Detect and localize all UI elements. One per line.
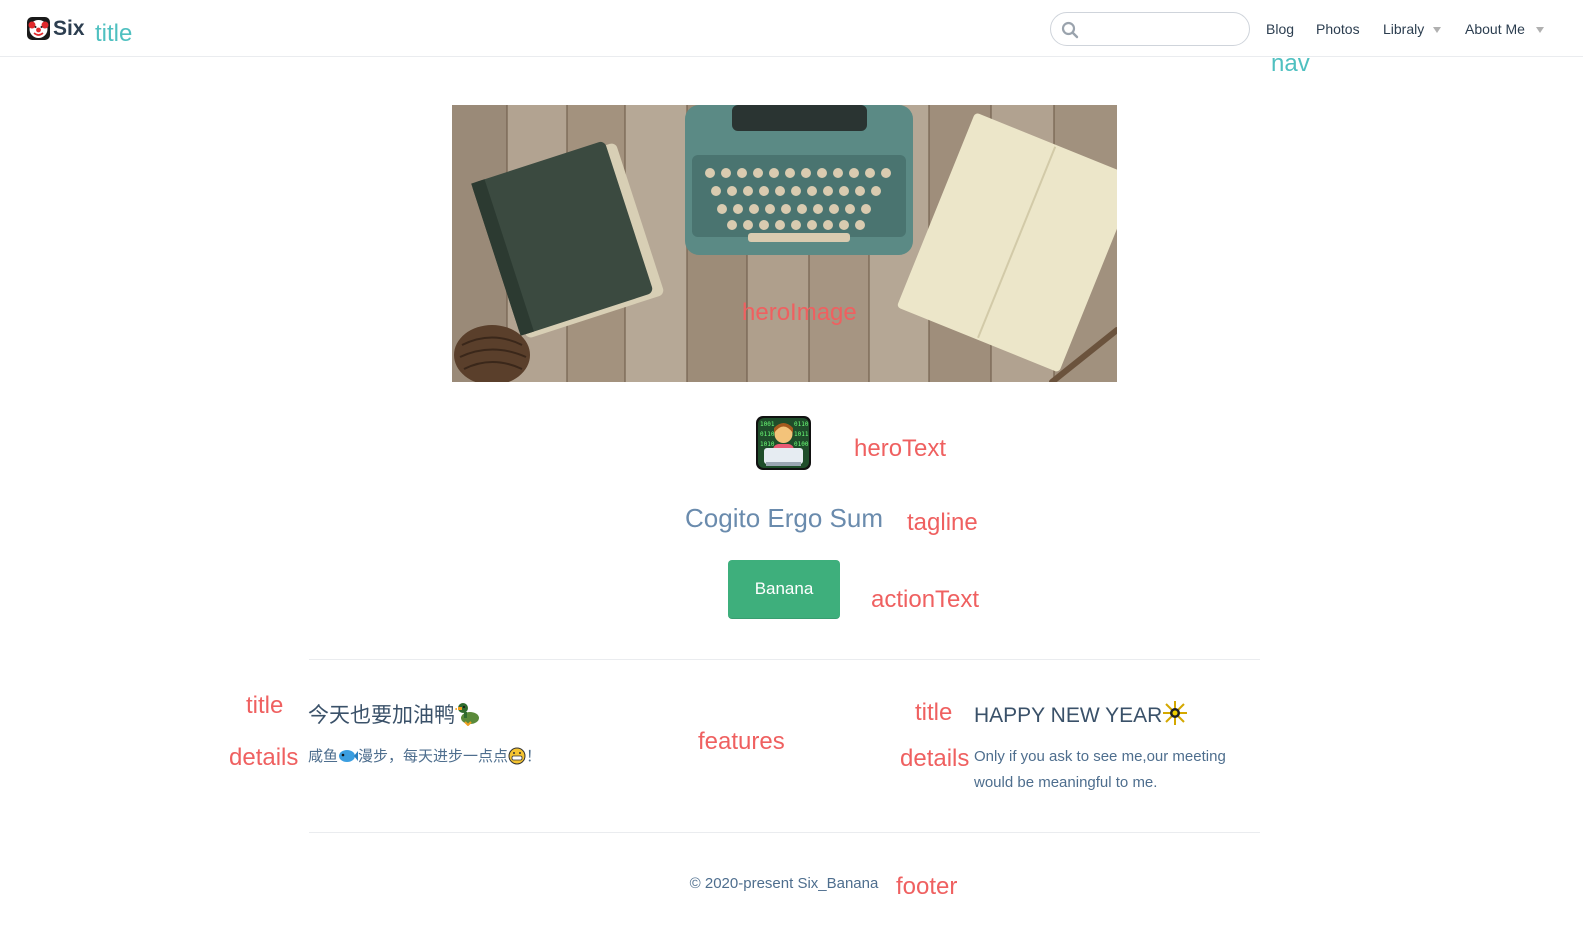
desk-typewriter-illustration	[452, 105, 1117, 382]
annotation-feature-details: details	[900, 745, 970, 772]
nav-dropdown-about-me[interactable]: About Me	[1465, 22, 1525, 36]
svg-text:1011: 1011	[794, 431, 809, 438]
annotation-feature-title: title	[246, 692, 284, 719]
chevron-down-icon[interactable]	[1433, 27, 1441, 33]
feature-details-text-post: ！	[526, 748, 542, 765]
annotation-nav: nav	[1271, 50, 1310, 77]
search-input[interactable]	[1085, 17, 1235, 41]
annotation-features: features	[698, 728, 785, 755]
svg-text:1001: 1001	[760, 421, 775, 428]
feature-title: HAPPY NEW YEAR	[974, 700, 1188, 726]
nav-dropdown-libraly[interactable]: Libraly	[1383, 22, 1424, 36]
fish-icon	[339, 750, 359, 762]
divider	[309, 832, 1260, 833]
feature-details: 咸鱼 漫步，每天进步一点点 ！	[308, 744, 608, 770]
feature-title-text: 今天也要加油鸭	[308, 704, 455, 727]
annotation-hero-image: heroImage	[742, 299, 857, 326]
feature-details-text-pre: 咸鱼	[308, 748, 339, 765]
nav-link-photos[interactable]: Photos	[1316, 22, 1360, 36]
annotation-title: title	[95, 20, 133, 47]
annotation-feature-title: title	[915, 699, 953, 726]
search-box[interactable]	[1050, 12, 1250, 46]
developer-avatar-icon: 1001 0110 0110 1011 1010 0100	[756, 416, 811, 470]
firework-icon	[1163, 701, 1188, 725]
action-button[interactable]: Banana	[728, 560, 840, 619]
svg-text:0100: 0100	[794, 441, 809, 448]
feature-details: Only if you ask to see me,our meeting wo…	[974, 748, 1226, 791]
tagline: Cogito Ergo Sum	[685, 503, 883, 533]
nav-link-blog[interactable]: Blog	[1266, 22, 1294, 36]
feature-title-text: HAPPY NEW YEAR	[974, 704, 1163, 727]
feature-details-text-mid: 漫步，每天进步一点点	[358, 748, 509, 765]
search-icon	[1061, 21, 1079, 39]
footer-text: © 2020-present Six_Banana	[689, 875, 879, 892]
feature-title: 今天也要加油鸭	[308, 700, 481, 727]
annotation-tagline: tagline	[907, 509, 978, 536]
chevron-down-icon[interactable]	[1536, 27, 1544, 33]
svg-text:1010: 1010	[760, 441, 775, 448]
divider	[309, 659, 1260, 660]
hero-image	[452, 105, 1117, 382]
svg-text:0110: 0110	[794, 421, 809, 428]
annotation-footer: footer	[896, 873, 958, 900]
clown-logo-icon[interactable]	[26, 16, 51, 41]
duck-icon	[454, 703, 479, 727]
annotation-hero-text: heroText	[854, 435, 947, 462]
navbar: Six Blog Photos Libraly About Me	[0, 0, 1583, 57]
annotation-feature-details: details	[229, 744, 299, 771]
grin-icon	[508, 747, 526, 765]
site-name[interactable]: Six	[53, 18, 85, 39]
svg-text:0110: 0110	[760, 431, 775, 438]
annotation-action-text: actionText	[871, 586, 980, 613]
